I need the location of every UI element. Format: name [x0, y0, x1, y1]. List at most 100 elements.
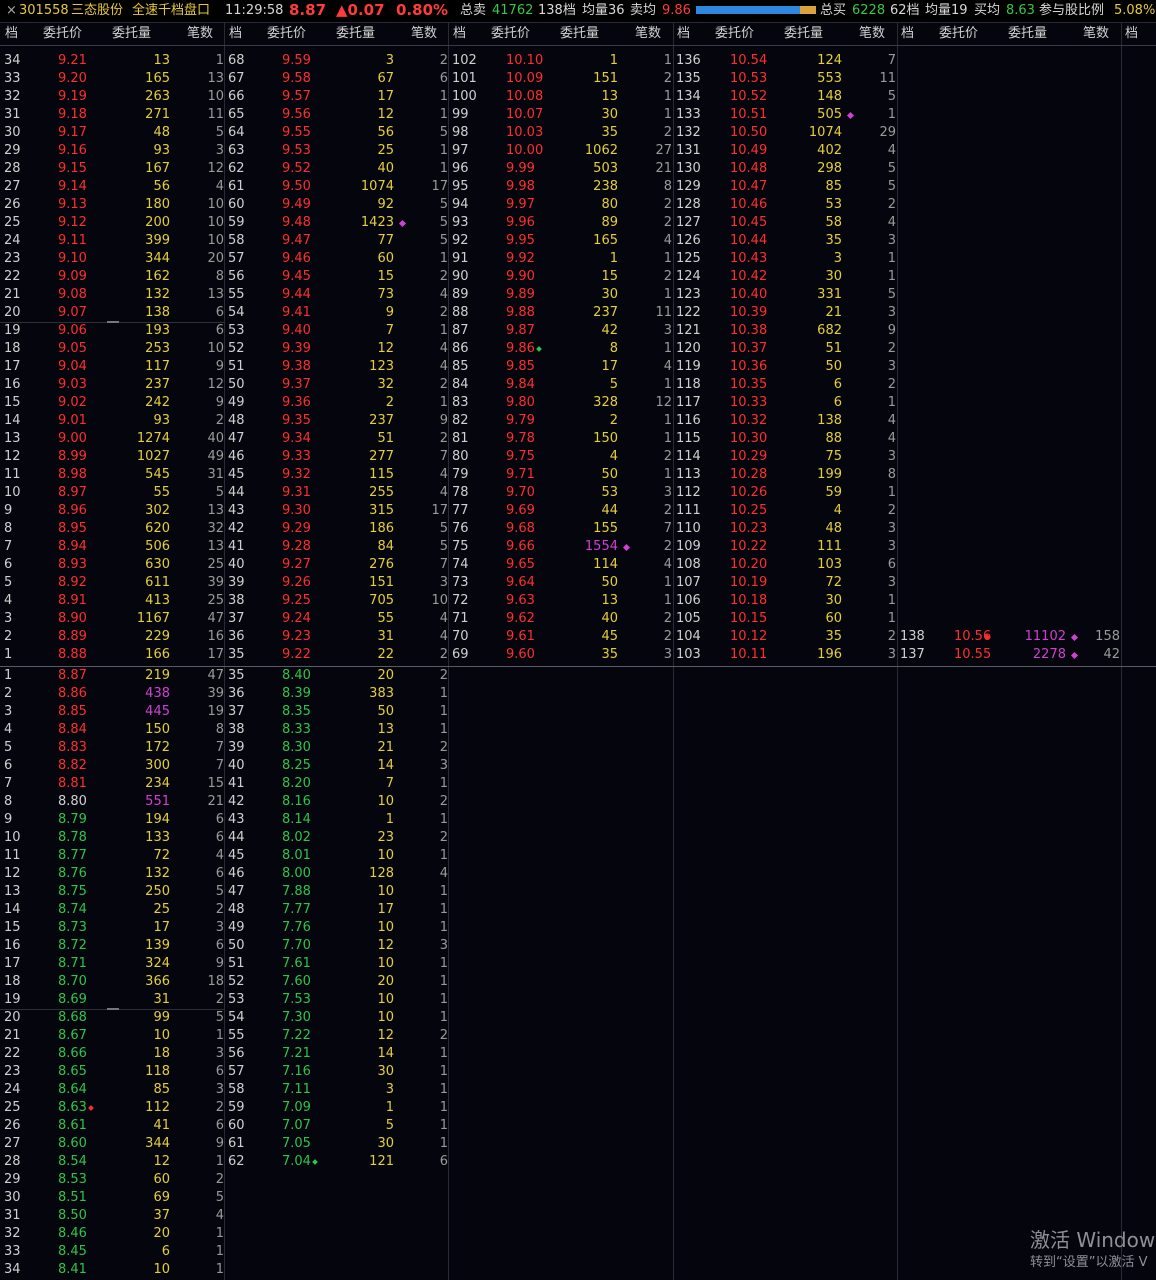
sell-price[interactable]: 9.47: [282, 232, 311, 250]
buy-quantity[interactable]: 121: [320, 1153, 394, 1171]
sell-quantity[interactable]: 31: [320, 628, 394, 646]
buy-quantity[interactable]: 30: [320, 1135, 394, 1153]
sell-quantity[interactable]: 6: [768, 376, 842, 394]
buy-price[interactable]: 8.83: [58, 739, 87, 757]
buy-price[interactable]: 7.16: [282, 1063, 311, 1081]
sell-price[interactable]: 9.46: [282, 250, 311, 268]
sell-quantity[interactable]: 32: [320, 376, 394, 394]
sell-quantity[interactable]: 5: [544, 376, 618, 394]
buy-price[interactable]: 8.30: [282, 739, 311, 757]
buy-quantity[interactable]: 10: [96, 1261, 170, 1279]
sell-quantity[interactable]: 35: [544, 124, 618, 142]
sell-quantity[interactable]: 51: [768, 340, 842, 358]
sell-quantity[interactable]: 124: [768, 52, 842, 70]
sell-quantity[interactable]: 21: [768, 304, 842, 322]
sell-quantity[interactable]: 48: [768, 520, 842, 538]
sell-price[interactable]: 9.29: [282, 520, 311, 538]
buy-price[interactable]: 7.61: [282, 955, 311, 973]
sell-price[interactable]: 9.26: [282, 574, 311, 592]
sell-quantity[interactable]: 3: [320, 52, 394, 70]
sell-quantity[interactable]: 12: [320, 340, 394, 358]
buy-price[interactable]: 8.85: [58, 703, 87, 721]
sell-quantity[interactable]: 72: [768, 574, 842, 592]
buy-quantity[interactable]: 12: [320, 937, 394, 955]
buy-quantity[interactable]: 31: [96, 991, 170, 1009]
sell-quantity[interactable]: 13: [544, 88, 618, 106]
sell-price[interactable]: 10.38: [730, 322, 767, 340]
sell-price[interactable]: 9.19: [58, 88, 87, 106]
sell-quantity[interactable]: 50: [544, 574, 618, 592]
sell-quantity[interactable]: 277: [320, 448, 394, 466]
sell-price[interactable]: 9.49: [282, 196, 311, 214]
buy-price[interactable]: 8.54: [58, 1153, 87, 1171]
sell-price[interactable]: 10.43: [730, 250, 767, 268]
sell-price[interactable]: 10.00: [506, 142, 543, 160]
buy-quantity[interactable]: 10: [320, 955, 394, 973]
sell-price[interactable]: 9.99: [506, 160, 535, 178]
sell-price[interactable]: 9.88: [506, 304, 535, 322]
buy-price[interactable]: 8.46: [58, 1225, 87, 1243]
sell-price[interactable]: 10.45: [730, 214, 767, 232]
sell-price[interactable]: 10.44: [730, 232, 767, 250]
buy-price[interactable]: 8.75: [58, 883, 87, 901]
sell-price[interactable]: 10.15: [730, 610, 767, 628]
buy-quantity[interactable]: 10: [96, 1027, 170, 1045]
sell-price[interactable]: 10.50: [730, 124, 767, 142]
buy-quantity[interactable]: 234: [96, 775, 170, 793]
buy-price[interactable]: 7.04: [282, 1153, 311, 1171]
buy-price[interactable]: 8.00: [282, 865, 311, 883]
sell-quantity[interactable]: 328: [544, 394, 618, 412]
sell-price[interactable]: 10.30: [730, 430, 767, 448]
sell-quantity[interactable]: 132: [96, 286, 170, 304]
sell-price[interactable]: 9.23: [282, 628, 311, 646]
buy-quantity[interactable]: 10: [320, 919, 394, 937]
sell-quantity[interactable]: 200: [96, 214, 170, 232]
sell-quantity[interactable]: 630: [96, 556, 170, 574]
sell-price[interactable]: 9.08: [58, 286, 87, 304]
sell-quantity[interactable]: 60: [320, 250, 394, 268]
sell-price[interactable]: 9.00: [58, 430, 87, 448]
sell-quantity[interactable]: 22: [320, 646, 394, 664]
sell-price[interactable]: 10.26: [730, 484, 767, 502]
sell-quantity[interactable]: 8: [544, 340, 618, 358]
sell-price[interactable]: 9.70: [506, 484, 535, 502]
sell-price[interactable]: 9.63: [506, 592, 535, 610]
buy-price[interactable]: 8.01: [282, 847, 311, 865]
sell-quantity[interactable]: 682: [768, 322, 842, 340]
sell-quantity[interactable]: 402: [768, 142, 842, 160]
buy-quantity[interactable]: 10: [320, 991, 394, 1009]
sell-quantity[interactable]: 151: [320, 574, 394, 592]
sell-price[interactable]: 10.22: [730, 538, 767, 556]
buy-quantity[interactable]: 219: [96, 667, 170, 685]
buy-quantity[interactable]: 324: [96, 955, 170, 973]
sell-quantity[interactable]: 1167: [96, 610, 170, 628]
sell-price[interactable]: 8.97: [58, 484, 87, 502]
sell-quantity[interactable]: 11102: [992, 628, 1066, 646]
sell-price[interactable]: 9.40: [282, 322, 311, 340]
sell-quantity[interactable]: 17: [544, 358, 618, 376]
buy-quantity[interactable]: 50: [320, 703, 394, 721]
sell-price[interactable]: 8.91: [58, 592, 87, 610]
sell-quantity[interactable]: 315: [320, 502, 394, 520]
buy-quantity[interactable]: 13: [320, 721, 394, 739]
sell-quantity[interactable]: 242: [96, 394, 170, 412]
sell-price[interactable]: 10.49: [730, 142, 767, 160]
buy-quantity[interactable]: 6: [96, 1243, 170, 1261]
sell-quantity[interactable]: 2: [320, 394, 394, 412]
buy-price[interactable]: 8.64: [58, 1081, 87, 1099]
sell-price[interactable]: 9.37: [282, 376, 311, 394]
sell-quantity[interactable]: 503: [544, 160, 618, 178]
sell-price[interactable]: 9.96: [506, 214, 535, 232]
sell-price[interactable]: 9.61: [506, 628, 535, 646]
sell-price[interactable]: 9.65: [506, 556, 535, 574]
buy-quantity[interactable]: 14: [320, 757, 394, 775]
sell-price[interactable]: 9.15: [58, 160, 87, 178]
sell-price[interactable]: 9.18: [58, 106, 87, 124]
sell-quantity[interactable]: 276: [320, 556, 394, 574]
buy-price[interactable]: 7.09: [282, 1099, 311, 1117]
sell-quantity[interactable]: 30: [544, 286, 618, 304]
sell-quantity[interactable]: 40: [544, 610, 618, 628]
sell-price[interactable]: 10.20: [730, 556, 767, 574]
buy-price[interactable]: 8.50: [58, 1207, 87, 1225]
sell-price[interactable]: 10.35: [730, 376, 767, 394]
